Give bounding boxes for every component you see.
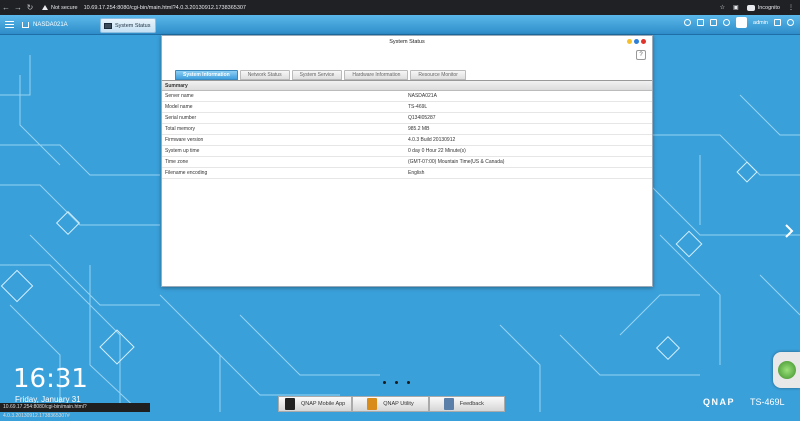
maximize-icon[interactable] [634, 39, 639, 44]
user-name[interactable]: admin [753, 20, 768, 26]
browser-toolbar: ← → ↻ Not secure 10.69.17.254:8080/cgi-b… [0, 0, 800, 15]
more-options-icon[interactable] [774, 19, 781, 26]
window-controls [627, 39, 646, 44]
toolbox-icon [367, 398, 378, 410]
table-row: Filename encoding English [162, 168, 652, 179]
page-dot[interactable] [407, 381, 410, 384]
table-row: Firmware version 4.0.3 Build 20130912 [162, 135, 652, 146]
row-key: System up time [165, 148, 200, 154]
main-menu-button[interactable] [0, 15, 18, 35]
tab-system-service[interactable]: System Service [291, 70, 343, 80]
row-value: English [408, 170, 425, 176]
summary-table: Summary Server name NASDA021A Model name T… [162, 81, 652, 179]
tab-hardware-information[interactable]: Hardware Information [344, 70, 409, 80]
table-row: Model name TS-469L [162, 102, 652, 113]
row-key: Serial number [165, 115, 197, 121]
browser-menu-icon[interactable]: ⋮ [788, 4, 794, 11]
qnap-taskbar: NASDA021A System Status admin [0, 15, 800, 35]
close-icon[interactable] [641, 39, 646, 44]
summary-header: Summary [162, 81, 652, 91]
phone-icon [285, 398, 295, 410]
next-page-arrow-icon[interactable] [784, 224, 794, 238]
minimize-icon[interactable] [627, 39, 632, 44]
home-button[interactable]: NASDA021A [18, 18, 72, 32]
page-dot[interactable] [395, 381, 398, 384]
dock-qnap-utility[interactable]: QNAP Utility [352, 396, 429, 412]
row-key: Time zone [165, 159, 189, 165]
table-row: Server name NASDA021A [162, 91, 652, 102]
dock-label: QNAP Utility [383, 401, 414, 407]
bookmark-star-icon[interactable]: ☆ [720, 4, 725, 11]
search-icon[interactable] [684, 19, 692, 26]
window-title: System Status [389, 39, 425, 45]
dashboard-widget-button[interactable] [773, 352, 800, 388]
security-indicator[interactable]: Not secure [42, 5, 78, 11]
system-status-window: System Status ? System Information Netwo… [161, 35, 653, 287]
taskbar-tab-label: System Status [115, 22, 151, 29]
browser-status-url: 10.69.17.254:8080/cgi-bin/main.html?4.0.… [0, 403, 150, 419]
bottom-dock: QNAP Mobile App QNAP Utility Feedback [278, 396, 505, 412]
pencil-icon [443, 398, 454, 410]
home-icon [22, 21, 29, 28]
address-bar[interactable]: 10.69.17.254:8080/cgi-bin/main.html?4.0.… [84, 5, 246, 11]
warning-icon [42, 5, 48, 10]
row-value: 985.2 MB [408, 126, 430, 132]
row-value: (GMT-07:00) Mountain Time(US & Canada) [408, 159, 505, 165]
browser-right-controls: ☆ ▣ Incognito ⋮ [720, 0, 794, 15]
dashboard-icon[interactable] [787, 19, 794, 26]
help-button[interactable]: ? [636, 50, 646, 60]
device-model: TS-469L [750, 397, 785, 407]
event-notification-icon[interactable] [723, 19, 731, 26]
dashboard-widget-icon [777, 361, 796, 379]
monitor-icon [104, 22, 112, 29]
forward-icon[interactable]: → [12, 3, 24, 12]
dock-label: QNAP Mobile App [301, 401, 346, 407]
dock-feedback[interactable]: Feedback [428, 396, 505, 412]
back-icon[interactable]: ← [0, 3, 12, 12]
tab-resource-monitor[interactable]: Resource Monitor [410, 70, 466, 80]
table-row: System up time 0 day 0 Hour 22 Minute(s) [162, 146, 652, 157]
row-value: TS-469L [408, 104, 428, 110]
not-secure-label: Not secure [51, 4, 78, 11]
qnap-logo: QNAP [703, 397, 736, 407]
incognito-indicator[interactable]: Incognito [746, 4, 780, 11]
table-row: Serial number Q134I05287 [162, 113, 652, 124]
desktop-page-dots [383, 381, 410, 384]
row-key: Firmware version [165, 137, 204, 143]
row-key: Filename encoding [165, 170, 208, 176]
profile-icon[interactable]: ▣ [733, 4, 739, 11]
row-value: Q134I05287 [408, 115, 436, 121]
row-key: Server name [165, 93, 194, 99]
row-value: 0 day 0 Hour 22 Minute(s) [408, 148, 466, 154]
row-value: NASDA021A [408, 93, 437, 99]
avatar[interactable] [736, 17, 748, 28]
taskbar-right-tools: admin [684, 17, 794, 28]
taskbar-tab-system-status[interactable]: System Status [100, 18, 156, 33]
row-key: Total memory [165, 126, 196, 132]
incognito-icon [746, 4, 755, 11]
desktop-clock: 16:31 [13, 364, 88, 394]
background-task-icon[interactable] [697, 19, 705, 26]
dock-qnap-mobile-app[interactable]: QNAP Mobile App [278, 396, 353, 412]
status-tabs: System Information Network Status System… [175, 70, 466, 80]
row-key: Model name [165, 104, 193, 110]
tab-network-status[interactable]: Network Status [239, 70, 290, 80]
table-row: Total memory 985.2 MB [162, 124, 652, 135]
table-row: Time zone (GMT-07:00) Mountain Time(US & … [162, 157, 652, 168]
host-name: NASDA021A [33, 21, 68, 28]
dock-label: Feedback [459, 401, 484, 407]
external-device-icon[interactable] [710, 19, 718, 26]
page-dot[interactable] [383, 381, 386, 384]
tab-system-information[interactable]: System Information [175, 70, 238, 80]
reload-icon[interactable]: ↻ [24, 3, 36, 12]
row-value: 4.0.3 Build 20130912 [408, 137, 456, 143]
incognito-label: Incognito [757, 4, 780, 11]
